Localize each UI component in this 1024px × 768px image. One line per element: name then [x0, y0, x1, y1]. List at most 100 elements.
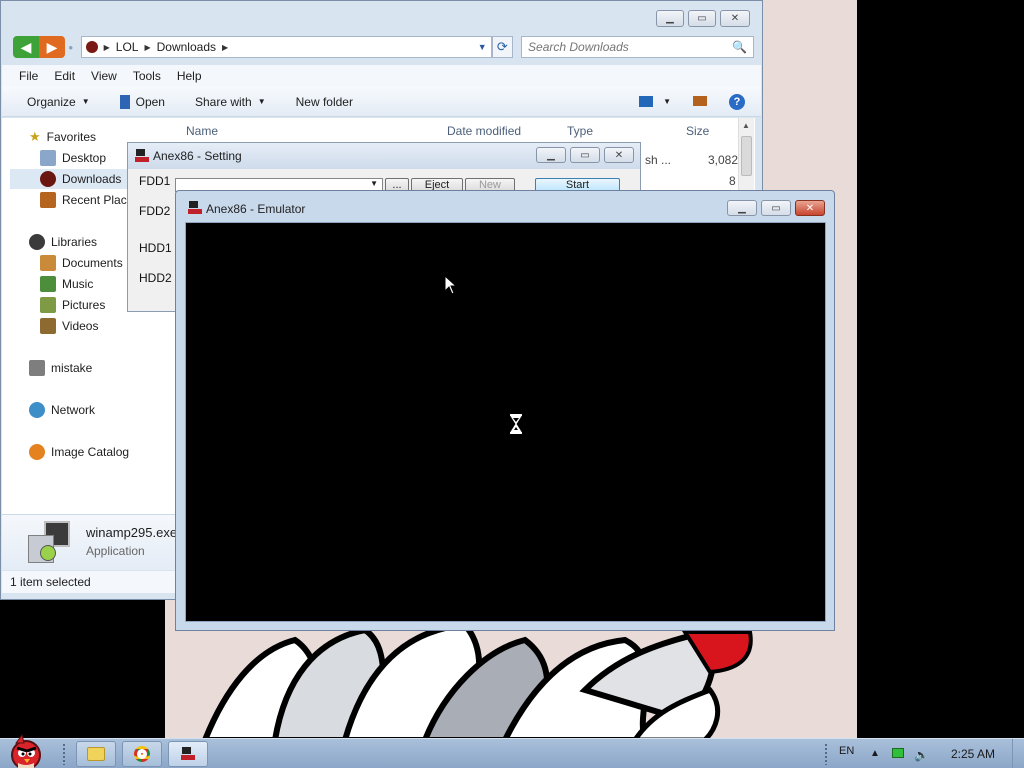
anex86-icon [181, 747, 195, 761]
mouse-pointer-icon [444, 275, 458, 295]
preview-pane-button[interactable] [693, 95, 707, 109]
nav-mistake-label: mistake [51, 361, 93, 375]
chevron-down-icon: ▼ [257, 97, 266, 106]
maximize-button[interactable]: ▭ [688, 10, 716, 27]
forward-button[interactable]: ▶ [39, 36, 65, 58]
scroll-thumb[interactable] [741, 136, 752, 176]
minimize-icon: ▁ [547, 149, 555, 161]
taskbar-chrome[interactable] [122, 741, 162, 767]
taskbar-grip[interactable] [62, 743, 66, 765]
column-headers: Name Date modified Type Size [167, 118, 755, 142]
change-view-button[interactable]: ▼ [639, 96, 671, 107]
help-icon[interactable]: ? [729, 93, 745, 110]
chevron-down-icon[interactable]: ▼ [478, 42, 487, 52]
address-bar[interactable]: ▶ LOL ▶ Downloads ▶ ▼ [80, 36, 492, 58]
menu-help[interactable]: Help [177, 69, 202, 83]
application-icon [119, 94, 130, 109]
close-button[interactable]: ✕ [604, 147, 634, 163]
refresh-icon: ⟳ [496, 39, 508, 54]
anex86-emulator-window: Anex86 - Emulator ▁ ▭ ✕ [175, 190, 835, 631]
nav-recent-places-label: Recent Place [62, 193, 134, 207]
chevron-right-icon[interactable]: ▶ [222, 43, 228, 52]
emulator-titlebar[interactable]: Anex86 - Emulator ▁ ▭ ✕ [176, 191, 834, 223]
refresh-button[interactable]: ⟳ [491, 36, 514, 58]
maximize-button[interactable]: ▭ [761, 200, 791, 216]
selected-file-type: Application [86, 544, 145, 558]
maximize-icon: ▭ [580, 149, 590, 161]
taskbar: EN ▲ 🔈 2:25 AM [0, 733, 1024, 768]
row-size-fragment: 3,082 [708, 153, 739, 167]
taskbar-explorer[interactable] [76, 741, 116, 767]
emulator-screen[interactable] [185, 222, 826, 622]
column-date-modified[interactable]: Date modified [447, 124, 521, 138]
new-folder-label: New folder [295, 94, 353, 109]
show-hidden-icons[interactable]: ▲ [870, 748, 880, 759]
nav-music-label: Music [62, 277, 94, 291]
chevron-right-icon[interactable]: ▶ [144, 43, 150, 52]
forward-arrow-icon: ▶ [46, 38, 58, 55]
computer-icon [29, 360, 45, 376]
recent-pages-dropdown[interactable]: ● [65, 43, 77, 52]
desktop-icon [40, 150, 56, 166]
maximize-icon: ▭ [771, 202, 781, 214]
explorer-titlebar[interactable]: ▁ ▭ ✕ [1, 1, 762, 35]
selected-file-name: winamp295.exe [86, 525, 178, 540]
hdd2-label: HDD2 [139, 271, 172, 285]
scroll-up-icon[interactable]: ▲ [742, 121, 750, 130]
menu-view[interactable]: View [91, 69, 117, 83]
folder-icon [87, 747, 105, 761]
new-folder-button[interactable]: New folder [296, 95, 353, 109]
open-label: Open [135, 94, 165, 109]
nav-network-label: Network [51, 403, 96, 417]
share-with-label: Share with [194, 94, 252, 109]
power-icon[interactable] [892, 748, 904, 761]
libraries-icon [29, 234, 45, 250]
share-with-button[interactable]: Share with ▼ [195, 95, 266, 109]
maximize-button[interactable]: ▭ [570, 147, 600, 163]
taskbar-anex86[interactable] [168, 741, 208, 767]
clock[interactable]: 2:25 AM [951, 747, 995, 761]
menu-bar: File Edit View Tools Help [2, 65, 761, 87]
chevron-right-icon[interactable]: ▶ [104, 43, 110, 52]
close-button[interactable]: ✕ [795, 200, 825, 216]
minimize-button[interactable]: ▁ [727, 200, 757, 216]
menu-file[interactable]: File [19, 69, 38, 83]
breadcrumb-lol[interactable]: LOL [116, 40, 139, 54]
organize-button[interactable]: Organize ▼ [27, 95, 90, 109]
search-box[interactable]: 🔍 [521, 36, 754, 58]
nav-libraries-label: Libraries [51, 235, 98, 249]
network-icon [29, 402, 45, 418]
start-orb[interactable] [4, 733, 48, 768]
language-indicator[interactable]: EN [839, 745, 854, 757]
menu-tools[interactable]: Tools [133, 69, 161, 83]
chevron-down-icon: ▼ [663, 97, 671, 106]
close-button[interactable]: ✕ [720, 10, 750, 27]
back-button[interactable]: ◀ [13, 36, 39, 58]
tray-grip[interactable] [824, 743, 828, 765]
setting-titlebar[interactable]: Anex86 - Setting ▁ ▭ ✕ [128, 143, 640, 169]
breadcrumb-downloads[interactable]: Downloads [157, 40, 216, 54]
menu-edit[interactable]: Edit [54, 69, 75, 83]
open-button[interactable]: Open [119, 94, 165, 109]
chevron-down-icon: ▼ [81, 97, 90, 106]
nav-downloads-label: Downloads [62, 172, 122, 186]
pictures-icon [40, 297, 56, 313]
speaker-icon[interactable]: 🔈 [914, 748, 929, 762]
music-icon [40, 276, 56, 292]
organize-label: Organize [27, 94, 76, 109]
command-bar: Organize ▼ Open Share with ▼ New folder … [2, 87, 761, 117]
show-desktop-button[interactable] [1012, 739, 1024, 768]
magnifier-icon[interactable]: 🔍 [732, 40, 747, 54]
minimize-button[interactable]: ▁ [656, 10, 684, 27]
videos-icon [40, 318, 56, 334]
column-name[interactable]: Name [186, 124, 218, 138]
minimize-icon: ▁ [666, 13, 674, 24]
search-input[interactable] [528, 40, 733, 54]
close-icon: ✕ [614, 149, 624, 161]
column-size[interactable]: Size [686, 124, 709, 138]
preview-pane-icon [693, 95, 707, 106]
chevron-down-icon: ▼ [370, 179, 378, 188]
minimize-button[interactable]: ▁ [536, 147, 566, 163]
column-type[interactable]: Type [567, 124, 593, 138]
nav-documents-label: Documents [62, 256, 123, 270]
